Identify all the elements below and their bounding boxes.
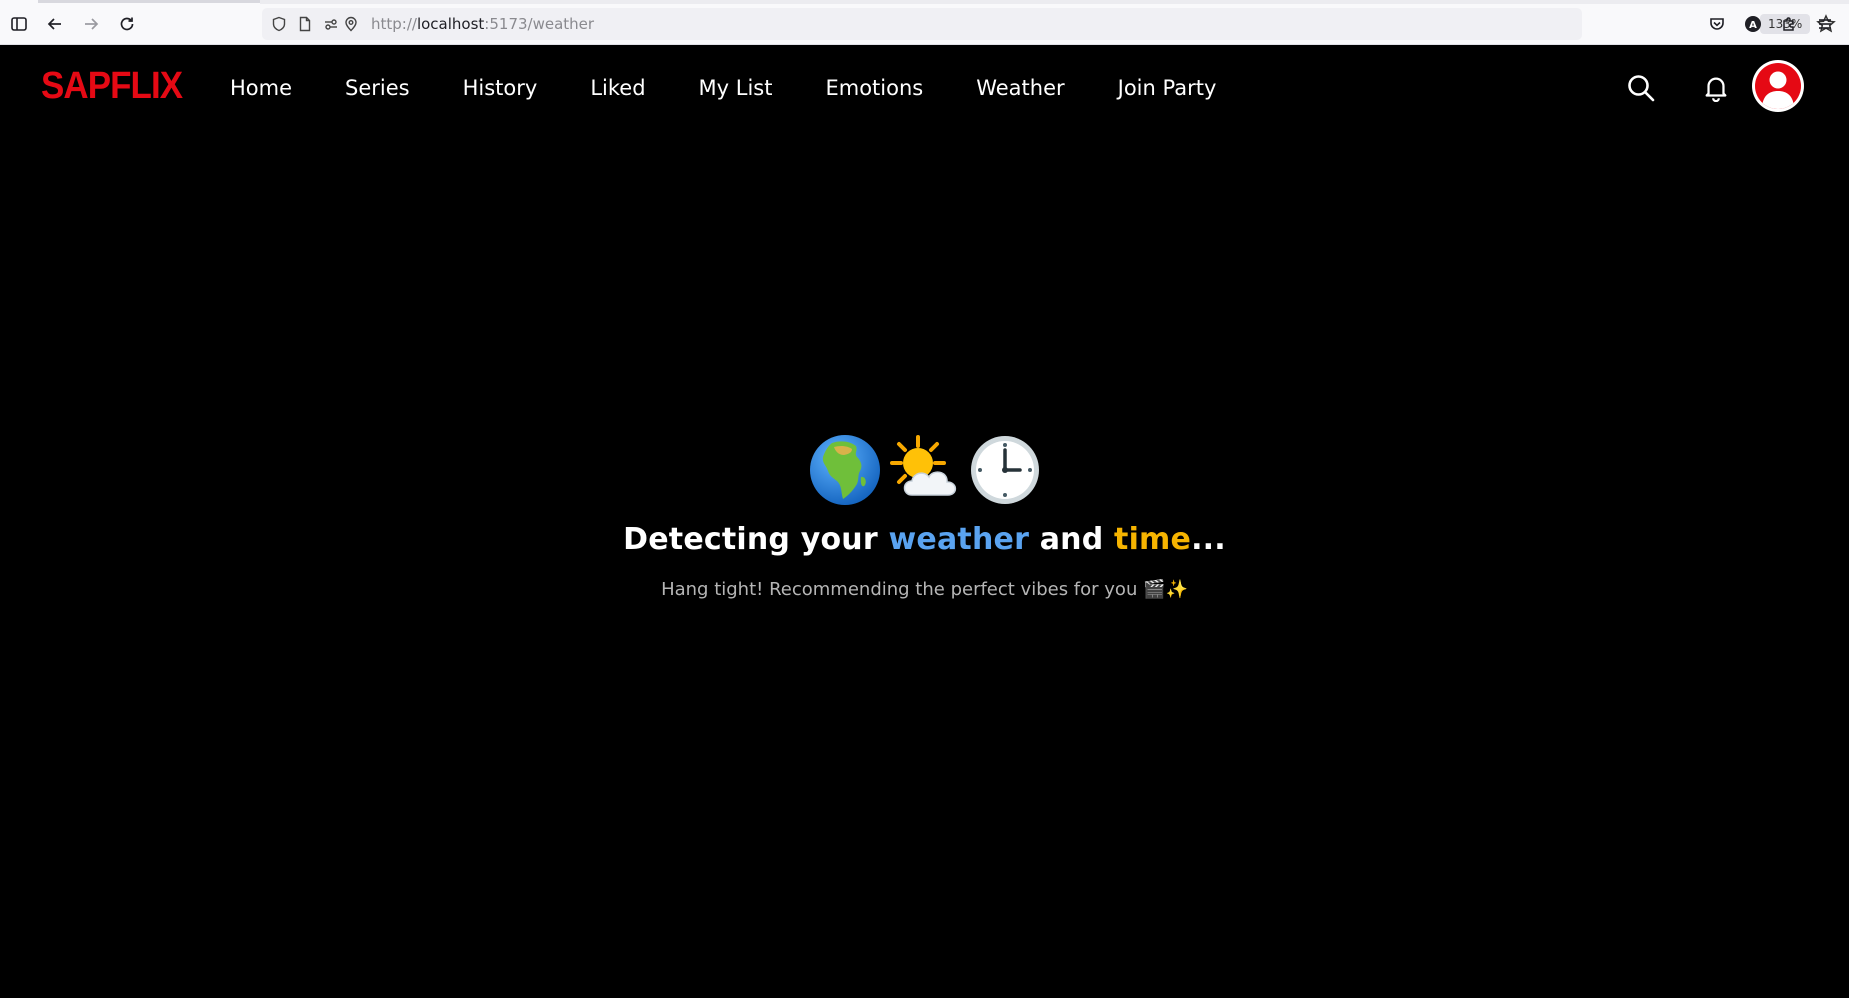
reload-icon[interactable] <box>114 11 140 37</box>
forward-arrow-icon[interactable] <box>78 11 104 37</box>
url-host: localhost <box>416 15 485 33</box>
nav-history[interactable]: History <box>463 76 538 100</box>
svg-text:A: A <box>1749 20 1757 31</box>
browser-toolbar: http://localhost:5173/weather 133% A <box>0 0 1849 45</box>
nav-series[interactable]: Series <box>345 76 410 100</box>
loading-subtitle: Hang tight! Recommending the perfect vib… <box>661 579 1188 600</box>
url-scheme: http:// <box>371 15 417 33</box>
account-icon[interactable]: A <box>1740 11 1766 37</box>
nav-weather[interactable]: Weather <box>976 76 1064 100</box>
main-nav: Home Series History Liked My List Emotio… <box>230 45 1269 131</box>
bell-icon[interactable] <box>1698 70 1734 106</box>
headline-time: time <box>1114 522 1192 557</box>
nav-join-party[interactable]: Join Party <box>1118 76 1217 100</box>
user-silhouette-icon <box>1755 63 1801 109</box>
sun-behind-cloud-icon <box>888 433 962 507</box>
loading-headline: Detecting your weather and time... <box>0 522 1849 557</box>
menu-hamburger-icon[interactable] <box>1812 11 1838 37</box>
nav-liked[interactable]: Liked <box>590 76 645 100</box>
shield-icon[interactable] <box>270 15 288 33</box>
pocket-icon[interactable] <box>1704 11 1730 37</box>
weather-loading-panel: Detecting your weather and time... Hang … <box>0 430 1849 600</box>
nav-home[interactable]: Home <box>230 76 292 100</box>
tab-strip <box>260 0 1849 4</box>
url-path: :5173/weather <box>484 15 595 33</box>
clock-three-icon <box>968 433 1042 507</box>
globe-africa-icon <box>808 433 882 507</box>
location-pin-icon[interactable] <box>342 15 360 33</box>
address-bar[interactable]: http://localhost:5173/weather 133% <box>262 8 1836 40</box>
search-icon[interactable] <box>1623 70 1659 106</box>
headline-weather: weather <box>888 522 1030 557</box>
extensions-icon[interactable] <box>1776 11 1802 37</box>
back-arrow-icon[interactable] <box>42 11 68 37</box>
headline-ellipsis: ... <box>1191 522 1226 557</box>
sidebar-toggle-icon[interactable] <box>6 11 32 37</box>
nav-emotions[interactable]: Emotions <box>825 76 923 100</box>
url-text[interactable]: http://localhost:5173/weather <box>371 15 594 33</box>
sapflix-logo[interactable]: SAPFLIX <box>41 65 183 108</box>
avatar[interactable] <box>1752 60 1804 112</box>
emoji-row <box>0 430 1849 510</box>
permissions-icon[interactable] <box>322 15 340 33</box>
page-info-icon[interactable] <box>296 15 314 33</box>
active-tab-indicator <box>38 0 260 3</box>
headline-and: and <box>1029 522 1115 557</box>
nav-my-list[interactable]: My List <box>699 76 773 100</box>
app-navbar: SAPFLIX Home Series History Liked My Lis… <box>0 45 1849 131</box>
headline-prefix: Detecting your <box>623 522 889 557</box>
